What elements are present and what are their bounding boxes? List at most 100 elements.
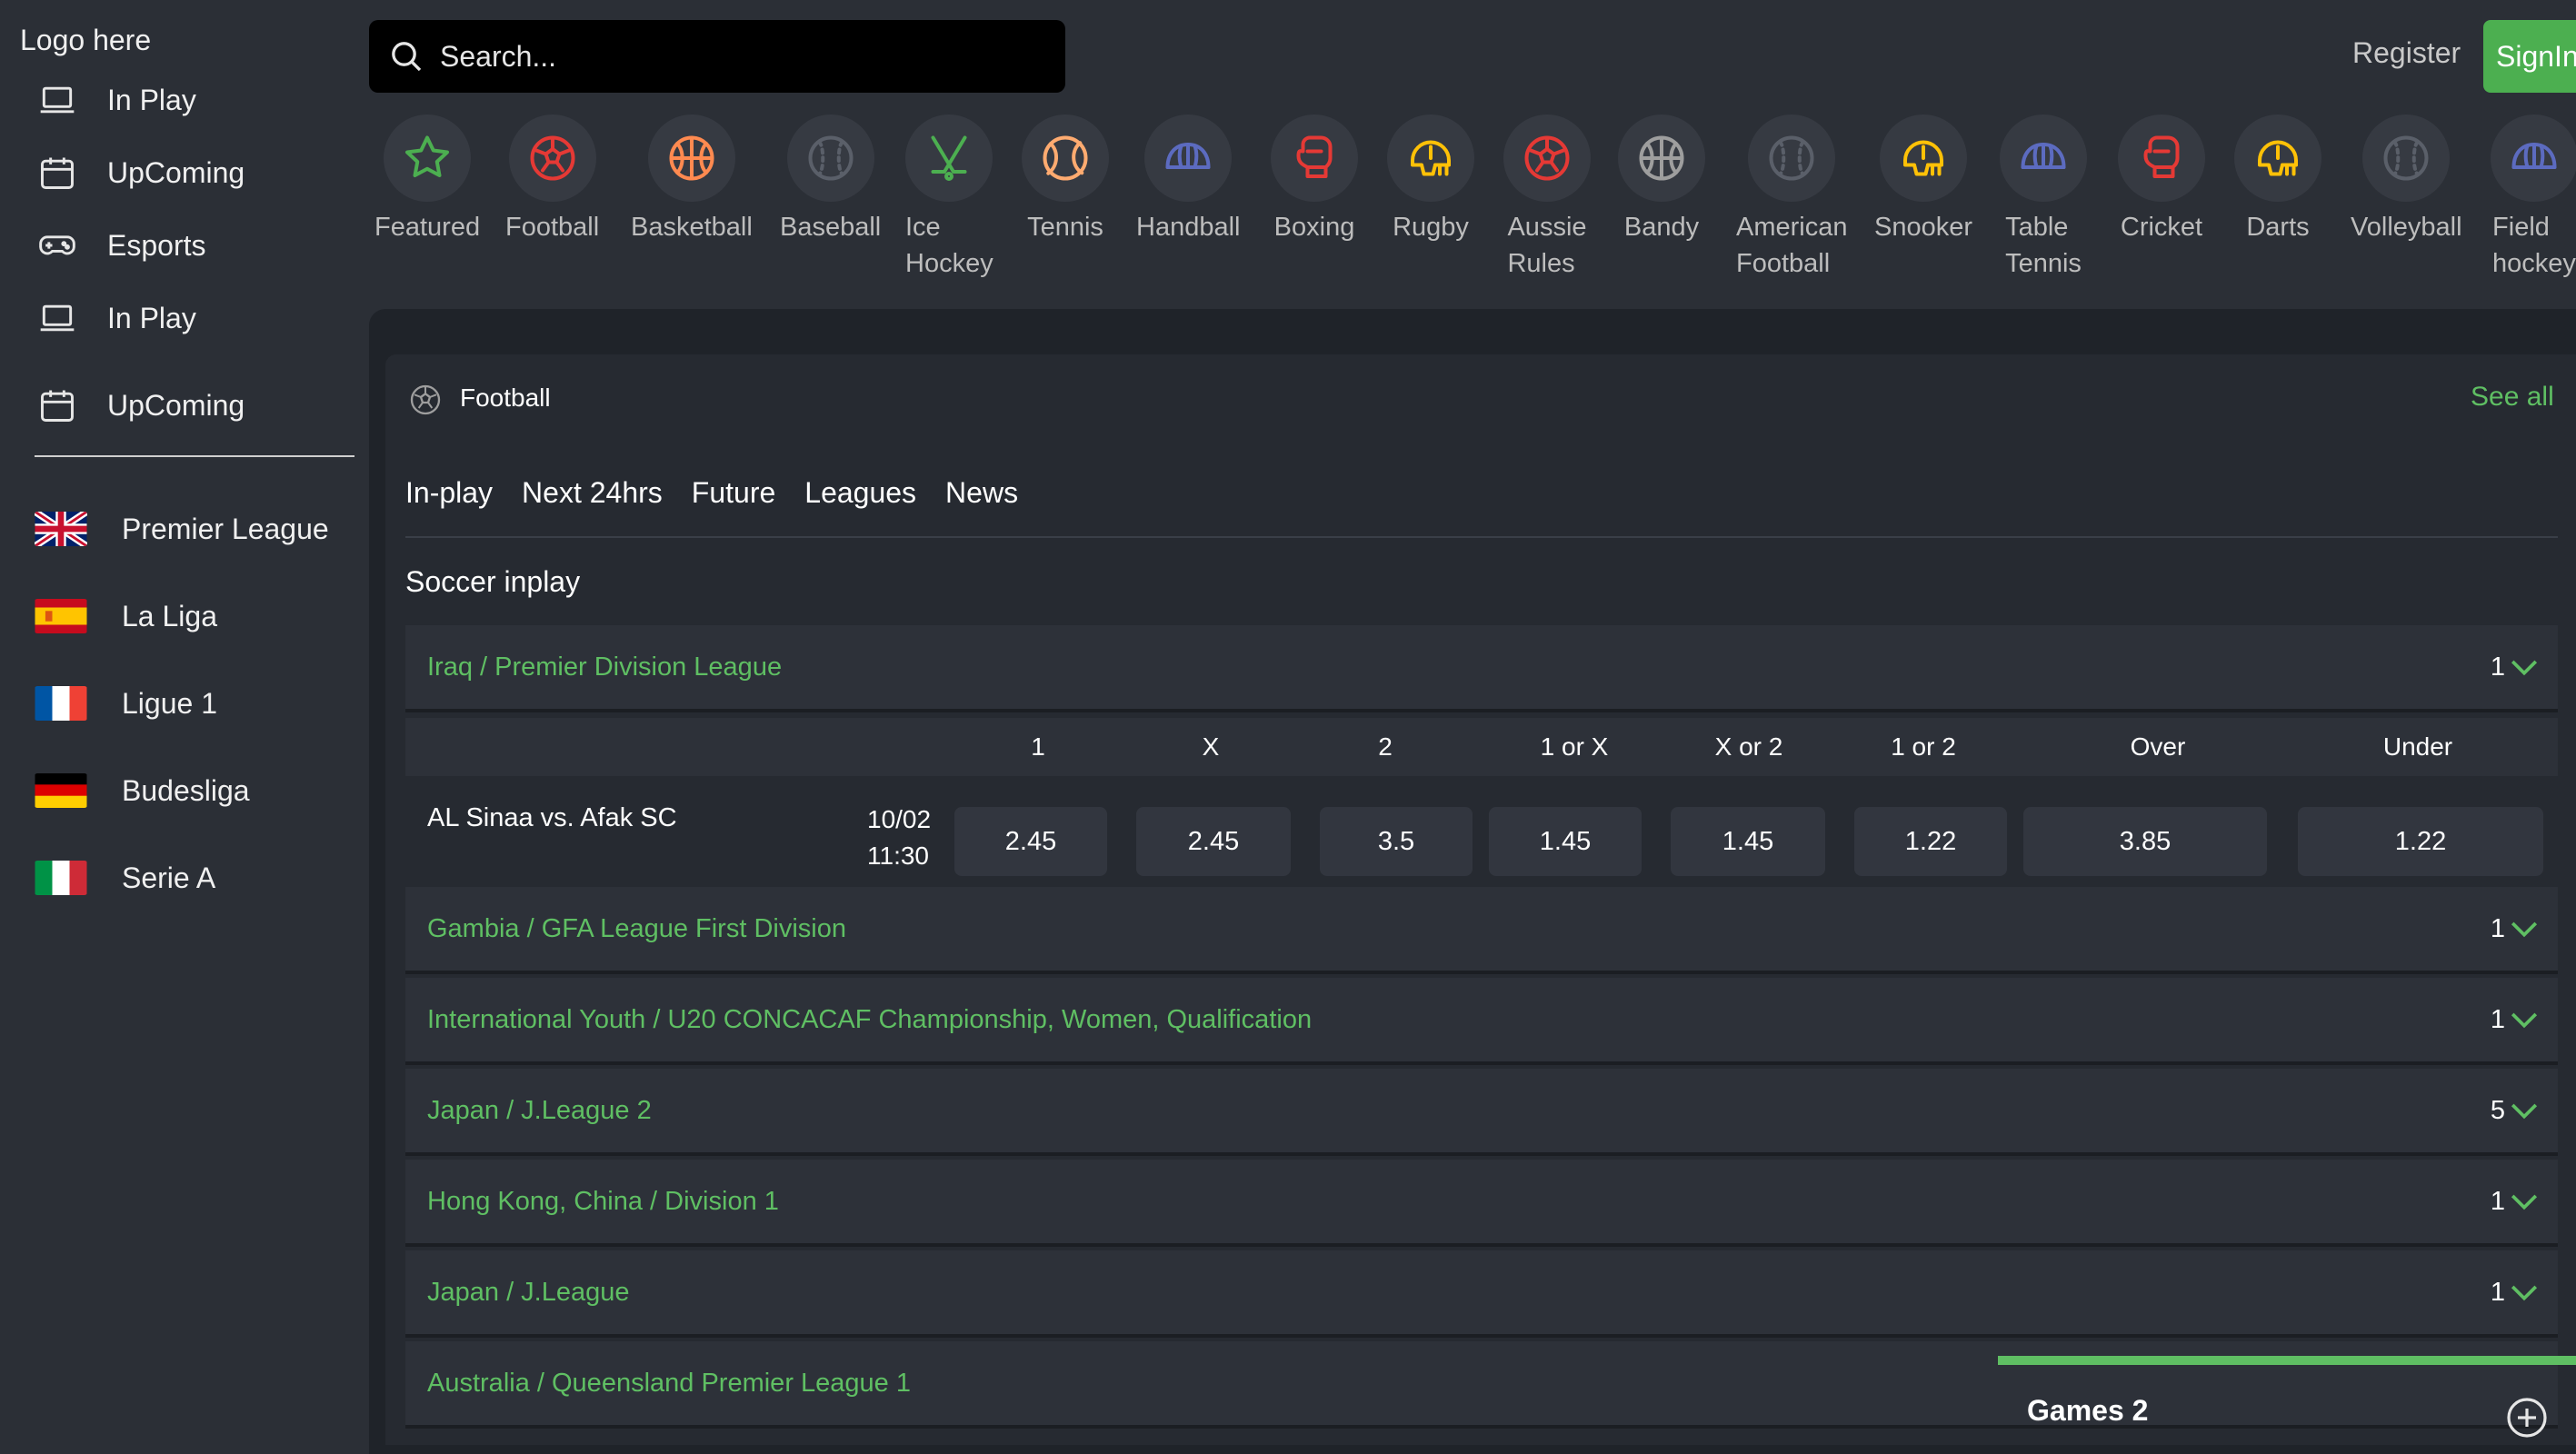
sport-bandy[interactable]: Bandy xyxy=(1618,115,1705,245)
sport-handball[interactable]: Handball xyxy=(1136,115,1240,245)
tab-future[interactable]: Future xyxy=(692,476,775,510)
chevron-down-icon[interactable] xyxy=(2509,656,2540,680)
games-widget-title[interactable]: Games 2 xyxy=(2027,1394,2148,1428)
odds-button-x[interactable]: 2.45 xyxy=(1136,807,1291,876)
sport-football[interactable]: Football xyxy=(505,115,599,245)
cap-icon xyxy=(2000,115,2087,202)
league-count: 5 xyxy=(2490,1096,2505,1125)
odds-button-under[interactable]: 1.22 xyxy=(2298,807,2543,876)
sport-field-hockey[interactable]: Field hockey xyxy=(2491,115,2576,282)
odds-button-1-or-x[interactable]: 1.45 xyxy=(1489,807,1642,876)
sport-label: Aussie Rules xyxy=(1507,213,1587,278)
odds-button-1-or-2[interactable]: 1.22 xyxy=(1854,807,2007,876)
chevron-down-icon[interactable] xyxy=(2509,918,2540,941)
baseball-icon xyxy=(1748,115,1836,202)
league-row[interactable]: Gambia / GFA League First Division 1 xyxy=(405,887,2558,974)
sidebar-item-label: UpComing xyxy=(107,388,245,422)
odds-header-row: 1 X 2 1 or X X or 2 1 or 2 Over Under xyxy=(405,718,2558,776)
sidebar-league-bundesliga[interactable]: Budesliga xyxy=(35,763,250,818)
hockey-sticks-icon xyxy=(905,115,993,202)
sidebar-league-serie-a[interactable]: Serie A xyxy=(35,851,215,905)
odds-button-1[interactable]: 2.45 xyxy=(954,807,1107,876)
league-row[interactable]: International Youth / U20 CONCACAF Champ… xyxy=(405,978,2558,1065)
sport-darts[interactable]: Darts xyxy=(2234,115,2321,245)
chevron-down-icon[interactable] xyxy=(2509,1100,2540,1123)
league-count: 1 xyxy=(2490,1278,2505,1307)
sport-label: Field hockey xyxy=(2492,213,2576,278)
league-row[interactable]: Japan / J.League 1 xyxy=(405,1250,2558,1338)
chevron-down-icon[interactable] xyxy=(2509,1190,2540,1214)
league-count: 1 xyxy=(2490,1187,2505,1216)
baseball-icon xyxy=(2362,115,2451,202)
sport-featured[interactable]: Featured xyxy=(374,115,480,245)
sport-aussie-rules[interactable]: Aussie Rules xyxy=(1503,115,1591,282)
sport-label: Table Tennis xyxy=(2005,213,2082,278)
odds-button-2[interactable]: 3.5 xyxy=(1320,807,1473,876)
sport-table-tennis[interactable]: Table Tennis xyxy=(2000,115,2087,282)
odds-header: X xyxy=(1202,732,1220,761)
league-name: International Youth / U20 CONCACAF Champ… xyxy=(427,1005,1313,1034)
france-flag-icon xyxy=(35,686,87,721)
sidebar-league-la-liga[interactable]: La Liga xyxy=(35,589,217,643)
search-bar[interactable] xyxy=(369,20,1065,93)
chevron-down-icon[interactable] xyxy=(2509,1281,2540,1305)
italy-flag-icon xyxy=(35,861,87,895)
league-name: Australia / Queensland Premier League 1 xyxy=(427,1369,911,1398)
baseball-icon xyxy=(786,115,874,202)
sidebar-league-premier-league[interactable]: Premier League xyxy=(35,502,329,556)
sidebar-item-upcoming-2[interactable]: UpComing xyxy=(35,378,245,433)
sidebar-item-esports[interactable]: Esports xyxy=(35,218,205,273)
sport-rugby[interactable]: Rugby xyxy=(1387,115,1474,245)
basketball-icon xyxy=(1618,115,1705,202)
odds-button-x-or-2[interactable]: 1.45 xyxy=(1671,807,1825,876)
chevron-down-icon[interactable] xyxy=(2509,1009,2540,1032)
sidebar-item-label: In Play xyxy=(107,83,196,116)
league-row[interactable]: Australia / Queensland Premier League 1 xyxy=(405,1341,2558,1429)
tab-in-play[interactable]: In-play xyxy=(405,476,493,510)
boxing-glove-icon xyxy=(1271,115,1358,202)
league-name: Gambia / GFA League First Division xyxy=(427,914,846,943)
tennis-ball-icon xyxy=(1022,115,1109,202)
see-all-link[interactable]: See all xyxy=(2471,382,2554,413)
sport-ice-hockey[interactable]: Ice Hockey xyxy=(905,115,993,282)
sidebar-item-in-play-2[interactable]: In Play xyxy=(35,291,196,345)
sport-label: Volleyball xyxy=(2351,213,2462,242)
sport-label: Football xyxy=(505,213,600,242)
league-name: Japan / J.League 2 xyxy=(427,1096,652,1125)
sidebar-item-in-play[interactable]: In Play xyxy=(35,73,196,127)
soccer-ball-icon xyxy=(410,384,441,415)
search-input[interactable] xyxy=(438,38,1023,75)
search-icon xyxy=(385,35,427,77)
sport-label: Darts xyxy=(2246,213,2310,242)
panel-tabs: In-play Next 24hrs Future Leagues News xyxy=(405,476,1018,510)
league-count: 1 xyxy=(2490,652,2505,682)
laptop-icon xyxy=(35,77,80,123)
germany-flag-icon xyxy=(35,773,87,808)
sport-american-football[interactable]: American Football xyxy=(1736,115,1848,282)
tab-news[interactable]: News xyxy=(945,476,1018,510)
sport-baseball[interactable]: Baseball xyxy=(780,115,881,245)
league-name: Japan / J.League xyxy=(427,1278,630,1307)
sport-label: Featured xyxy=(374,213,481,242)
signin-button[interactable]: SignIn xyxy=(2483,20,2576,93)
tab-next-24hrs[interactable]: Next 24hrs xyxy=(522,476,663,510)
logo[interactable]: Logo here xyxy=(20,24,151,57)
league-row[interactable]: Hong Kong, China / Division 1 1 xyxy=(405,1160,2558,1247)
odds-header: 1 or X xyxy=(1540,732,1609,761)
league-row[interactable]: Japan / J.League 2 5 xyxy=(405,1069,2558,1156)
odds-button-over[interactable]: 3.85 xyxy=(2023,807,2267,876)
sidebar-item-upcoming[interactable]: UpComing xyxy=(35,145,245,200)
sidebar-league-ligue-1[interactable]: Ligue 1 xyxy=(35,676,217,731)
sport-volleyball[interactable]: Volleyball xyxy=(2351,115,2462,245)
sport-tennis[interactable]: Tennis xyxy=(1022,115,1109,245)
sport-boxing[interactable]: Boxing xyxy=(1271,115,1358,245)
league-row-expanded[interactable]: Iraq / Premier Division League 1 xyxy=(405,625,2558,712)
laptop-icon xyxy=(35,295,80,341)
match-row[interactable]: AL Sinaa vs. Afak SC 10/02 11:30 2.45 2.… xyxy=(405,778,2558,885)
sport-basketball[interactable]: Basketball xyxy=(631,115,753,245)
tab-leagues[interactable]: Leagues xyxy=(804,476,916,510)
plus-circle-icon[interactable] xyxy=(2505,1396,2549,1439)
sport-snooker[interactable]: Snooker xyxy=(1874,115,1972,245)
register-link[interactable]: Register xyxy=(2352,36,2461,70)
sport-cricket[interactable]: Cricket xyxy=(2118,115,2205,245)
